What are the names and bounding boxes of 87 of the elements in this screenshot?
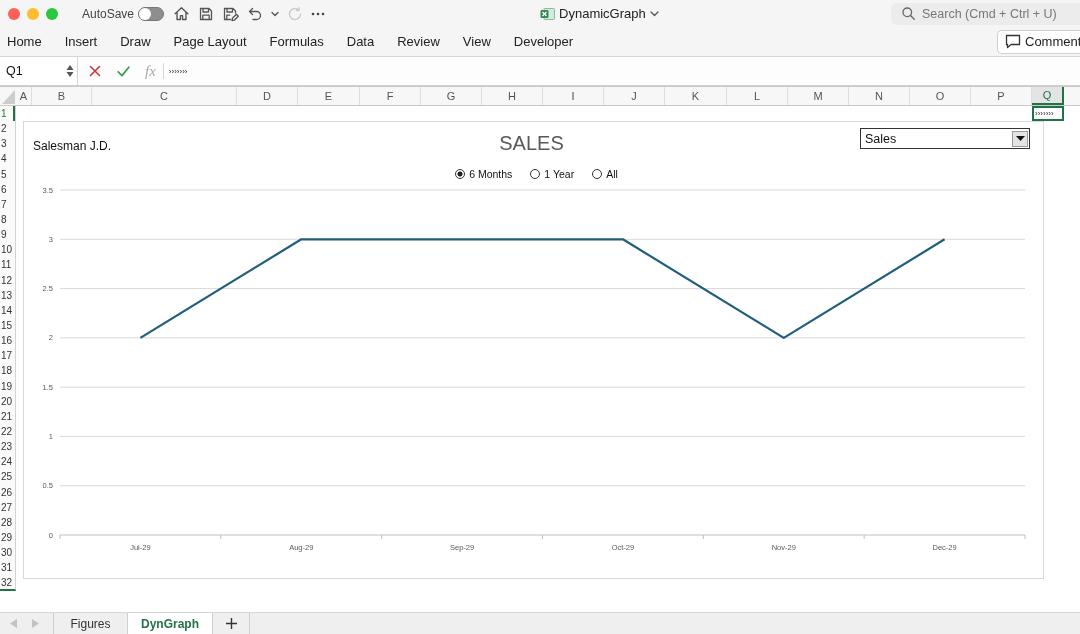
row-header[interactable]: 19 <box>0 378 15 394</box>
plus-icon <box>225 618 237 629</box>
ribbon-tab[interactable]: Developer <box>513 34 574 49</box>
column-header[interactable]: D <box>237 87 298 105</box>
column-header[interactable]: E <box>298 87 360 105</box>
column-header[interactable]: F <box>360 87 421 105</box>
row-header[interactable]: 25 <box>0 469 15 485</box>
salesman-label: Salesman J.D. <box>33 139 112 153</box>
row-header[interactable]: 9 <box>0 227 15 243</box>
ribbon-tab[interactable]: Data <box>346 34 375 49</box>
sheet-tab[interactable]: DynGraph <box>128 613 213 634</box>
row-header[interactable]: 3 <box>0 136 15 152</box>
row-header[interactable]: 6 <box>0 181 15 197</box>
column-header[interactable]: B <box>32 87 92 105</box>
row-header[interactable]: 13 <box>0 287 15 303</box>
column-header[interactable]: A <box>16 87 32 105</box>
row-header[interactable]: 22 <box>0 423 15 440</box>
ribbon-tab[interactable]: Page Layout <box>173 34 247 49</box>
column-header[interactable]: O <box>910 87 971 105</box>
ribbon-tab[interactable]: Review <box>397 34 440 49</box>
window-title: DynamicGraph <box>559 6 646 21</box>
stepper-icon[interactable] <box>66 63 74 79</box>
row-header[interactable]: 1 <box>0 106 15 122</box>
ribbon-tab[interactable]: Insert <box>64 34 98 49</box>
column-header[interactable]: Q <box>1032 87 1064 105</box>
row-header[interactable]: 26 <box>0 484 15 500</box>
ribbon-tab[interactable]: View <box>462 34 491 49</box>
column-header[interactable]: I <box>543 87 604 105</box>
column-header[interactable]: J <box>604 87 665 105</box>
chart-title: SALES <box>499 131 564 155</box>
cross-icon[interactable] <box>89 65 101 77</box>
speech-bubble-icon <box>1005 34 1021 49</box>
autosave-label: AutoSave <box>82 6 135 21</box>
ribbon-tab[interactable]: Home <box>7 34 42 49</box>
row-header[interactable]: 14 <box>0 302 15 318</box>
row-header[interactable]: 17 <box>0 348 15 364</box>
ribbon-tab[interactable]: Draw <box>120 34 151 49</box>
row-header[interactable]: 30 <box>0 545 15 561</box>
column-header[interactable]: N <box>849 87 910 105</box>
row-header[interactable]: 28 <box>0 514 15 530</box>
caret-down-icon <box>1015 136 1025 141</box>
save-icon[interactable] <box>198 5 215 22</box>
search-icon <box>902 7 915 20</box>
column-header[interactable]: M <box>788 87 849 105</box>
row-header[interactable]: 32 <box>0 575 15 591</box>
row-header[interactable]: 12 <box>0 272 15 288</box>
more-icon[interactable] <box>311 11 326 16</box>
toggle-switch[interactable] <box>138 6 165 21</box>
chevron-down-icon[interactable] <box>649 10 659 17</box>
dropdown[interactable]: Sales <box>860 128 1030 149</box>
floppy-pencil-icon[interactable] <box>222 5 240 22</box>
row-header[interactable]: 27 <box>0 499 15 515</box>
row-header[interactable]: 29 <box>0 529 15 546</box>
column-header[interactable]: K <box>665 87 727 105</box>
radio-option[interactable]: 1 Year <box>530 168 575 180</box>
caret-icon[interactable] <box>271 10 280 17</box>
row-header[interactable]: 21 <box>0 408 15 424</box>
row-header[interactable]: 11 <box>0 257 15 273</box>
dropdown-button[interactable] <box>1012 130 1028 147</box>
selected-cell: ››››››› <box>1032 106 1064 122</box>
row-header[interactable]: 8 <box>0 212 15 228</box>
home-icon[interactable] <box>173 5 191 22</box>
row-header[interactable]: 16 <box>0 333 15 349</box>
check-icon[interactable] <box>117 65 130 77</box>
row-header[interactable]: 15 <box>0 317 15 334</box>
row-header[interactable]: 24 <box>0 454 15 470</box>
close-button[interactable] <box>8 7 20 20</box>
row-header[interactable]: 18 <box>0 363 15 379</box>
undo-icon[interactable] <box>247 5 264 22</box>
search-field[interactable]: Search (Cmd + Ctrl + U) <box>891 2 1080 25</box>
column-header[interactable]: H <box>482 87 543 105</box>
row-header[interactable]: 23 <box>0 439 15 455</box>
radio-option[interactable]: All <box>592 168 618 180</box>
row-header[interactable]: 7 <box>0 196 15 212</box>
column-header[interactable]: G <box>421 87 482 105</box>
row-header[interactable]: 20 <box>0 393 15 409</box>
row-header[interactable]: 31 <box>0 560 15 576</box>
spreadsheet-icon <box>540 7 556 20</box>
formula-input[interactable]: ››››››› <box>168 61 1080 81</box>
row-header[interactable]: 5 <box>0 166 15 182</box>
ribbon-tab[interactable]: Formulas <box>269 34 324 49</box>
row-header[interactable]: 2 <box>0 121 15 137</box>
row-header[interactable]: 4 <box>0 151 15 167</box>
radio-option[interactable]: 6 Months <box>455 168 513 180</box>
column-header[interactable]: L <box>727 87 788 105</box>
column-header[interactable]: C <box>92 87 237 105</box>
row-header[interactable]: 10 <box>0 242 15 258</box>
